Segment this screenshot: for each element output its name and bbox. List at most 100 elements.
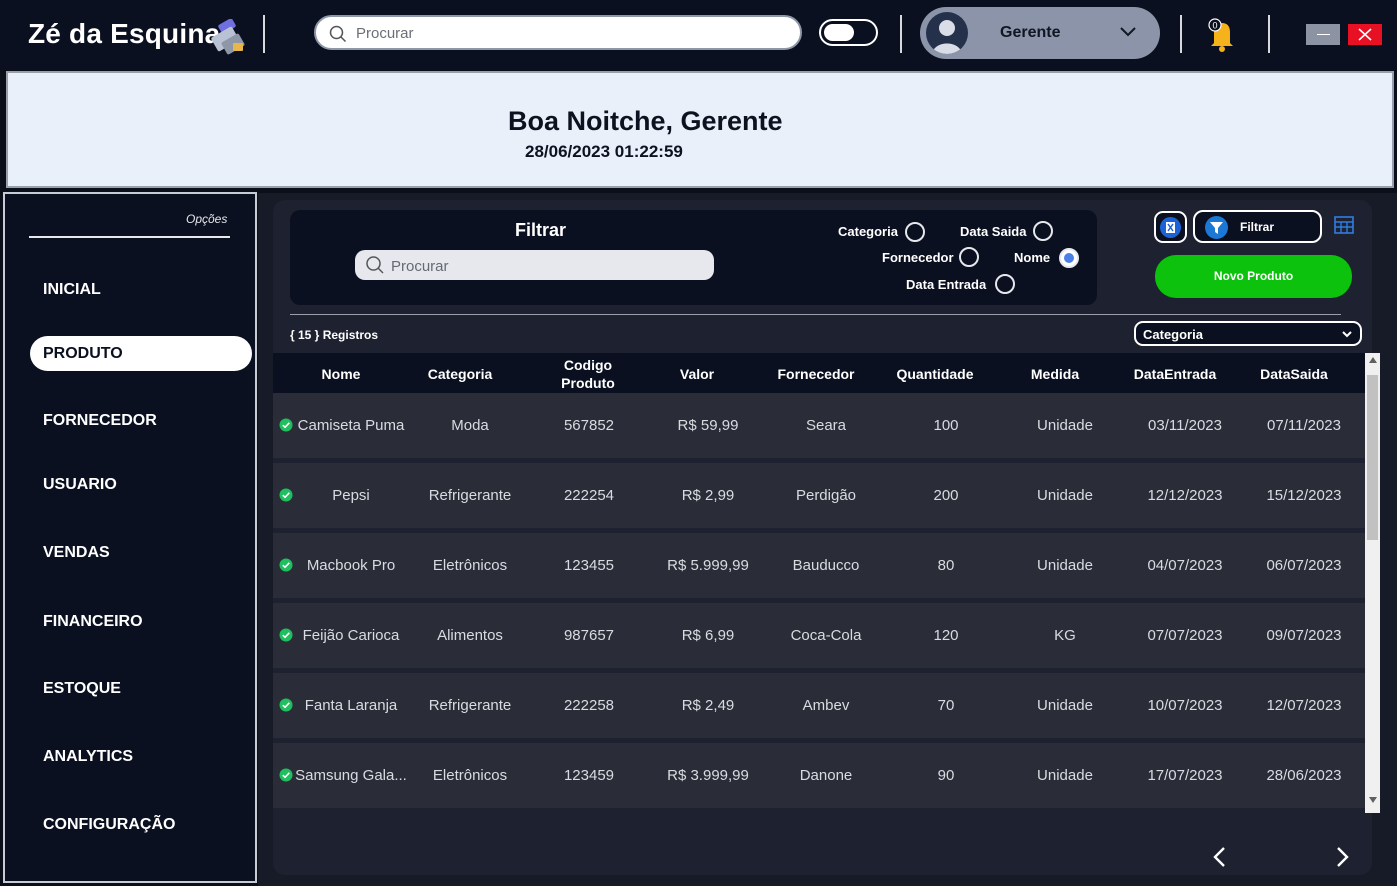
- chevron-down-icon: [1342, 331, 1352, 338]
- cell-quantidade: 200: [933, 487, 959, 504]
- column-header-data-entrada[interactable]: DataEntrada: [1125, 365, 1225, 383]
- close-button[interactable]: [1348, 24, 1382, 45]
- column-header-medida[interactable]: Medida: [1005, 365, 1105, 383]
- search-icon: [329, 25, 347, 43]
- sidebar-item-fornecedor[interactable]: FORNECEDOR: [43, 412, 157, 430]
- cell-valor: R$ 3.999,99: [667, 767, 749, 784]
- close-icon: [1358, 28, 1372, 41]
- radio-categoria[interactable]: [905, 222, 925, 242]
- radio-data-saida[interactable]: [1033, 221, 1053, 241]
- sidebar-item-produto[interactable]: PRODUTO: [30, 336, 252, 371]
- filter-search-input[interactable]: [391, 257, 701, 275]
- new-product-button[interactable]: Novo Produto: [1155, 255, 1352, 298]
- notification-bell-icon[interactable]: 0: [1204, 15, 1240, 53]
- user-menu[interactable]: Gerente: [920, 7, 1160, 59]
- cell-data-entrada: 04/07/2023: [1147, 557, 1223, 574]
- radio-nome[interactable]: [1059, 248, 1079, 268]
- chevron-down-icon: [1120, 27, 1136, 37]
- filter-search-box[interactable]: [355, 250, 714, 280]
- cell-quantidade: 100: [933, 417, 959, 434]
- cell-medida: Unidade: [1037, 487, 1093, 504]
- table-row[interactable]: Fanta Laranja Refrigerante 222258 R$ 2,4…: [273, 673, 1365, 738]
- cell-fornecedor: Danone: [799, 767, 853, 784]
- chevron-left-icon[interactable]: [1212, 846, 1228, 868]
- sidebar-item-inicial[interactable]: INICIAL: [43, 281, 101, 299]
- scroll-up-arrow-icon[interactable]: [1369, 357, 1377, 363]
- cell-fornecedor: Coca-Cola: [790, 627, 862, 644]
- cell-valor: R$ 6,99: [681, 627, 735, 644]
- cell-medida: Unidade: [1037, 557, 1093, 574]
- sidebar-item-financeiro[interactable]: FINANCEIRO: [43, 613, 143, 631]
- cell-categoria: Alimentos: [437, 627, 503, 644]
- cell-fornecedor: Perdigão: [795, 487, 857, 504]
- sidebar-item-estoque[interactable]: ESTOQUE: [43, 680, 121, 698]
- sidebar-item-configuracao[interactable]: CONFIGURAÇÃO: [43, 816, 175, 834]
- cell-codigo: 222254: [563, 487, 615, 504]
- table-row[interactable]: Feijão Carioca Alimentos 987657 R$ 6,99 …: [273, 603, 1365, 668]
- avatar: [926, 12, 968, 54]
- filter-button-label: Filtrar: [1240, 220, 1275, 234]
- cell-quantidade: 120: [933, 627, 959, 644]
- column-header-valor[interactable]: Valor: [647, 365, 747, 383]
- cell-medida: Unidade: [1037, 417, 1093, 434]
- records-count: { 15 } Registros: [290, 328, 379, 342]
- column-header-codigo-produto[interactable]: Codigo Produto: [538, 356, 638, 392]
- cell-medida: KG: [1054, 627, 1076, 644]
- filter-box: Filtrar Categoria Data Saida Fornecedor …: [290, 210, 1097, 305]
- sidebar-item-analytics[interactable]: ANALYTICS: [43, 748, 133, 766]
- cell-fornecedor: Ambev: [802, 697, 850, 714]
- theme-toggle[interactable]: [819, 19, 878, 46]
- cell-codigo: 222258: [563, 697, 615, 714]
- cell-data-entrada: 03/11/2023: [1148, 417, 1222, 434]
- sidebar-item-usuario[interactable]: USUARIO: [43, 476, 117, 494]
- greeting-datetime: 28/06/2023 01:22:59: [525, 142, 683, 161]
- cell-codigo: 987657: [563, 627, 615, 644]
- sidebar-item-vendas[interactable]: VENDAS: [43, 544, 110, 562]
- filter-button[interactable]: Filtrar: [1193, 210, 1322, 243]
- cell-medida: Unidade: [1037, 767, 1093, 784]
- top-bar: Zé da Esquina Gerente 0: [0, 0, 1397, 70]
- cell-valor: R$ 2,49: [681, 697, 735, 714]
- sidebar-header: Opções: [186, 212, 228, 226]
- toggle-knob: [824, 24, 854, 41]
- cell-valor: R$ 2,99: [681, 487, 735, 504]
- category-select-value: Categoria: [1143, 327, 1203, 342]
- column-header-nome[interactable]: Nome: [291, 365, 391, 383]
- table-view-icon[interactable]: [1334, 216, 1354, 234]
- export-excel-button[interactable]: [1154, 211, 1187, 243]
- chevron-right-icon[interactable]: [1334, 846, 1350, 868]
- table-row[interactable]: Camiseta Puma Moda 567852 R$ 59,99 Seara…: [273, 393, 1365, 458]
- column-header-fornecedor[interactable]: Fornecedor: [766, 365, 866, 383]
- cell-quantidade: 70: [937, 697, 955, 714]
- column-header-data-saida[interactable]: DataSaida: [1244, 365, 1344, 383]
- radio-label-nome: Nome: [1014, 250, 1051, 265]
- scroll-thumb[interactable]: [1367, 375, 1378, 540]
- sidebar-item-label: PRODUTO: [43, 345, 123, 362]
- funnel-icon: [1205, 216, 1228, 239]
- global-search-box[interactable]: [314, 15, 802, 50]
- cell-nome: Fanta Laranja: [304, 697, 398, 714]
- cell-nome: Macbook Pro: [306, 557, 396, 574]
- divider: [29, 236, 230, 238]
- table-row[interactable]: Macbook Pro Eletrônicos 123455 R$ 5.999,…: [273, 533, 1365, 598]
- table-row[interactable]: Samsung Gala... Eletrônicos 123459 R$ 3.…: [273, 743, 1365, 808]
- cell-data-saida: 15/12/2023: [1266, 487, 1342, 504]
- table-row[interactable]: Pepsi Refrigerante 222254 R$ 2,99 Perdig…: [273, 463, 1365, 528]
- column-header-categoria[interactable]: Categoria: [410, 365, 510, 383]
- main-content: Filtrar Categoria Data Saida Fornecedor …: [258, 193, 1397, 886]
- scroll-down-arrow-icon[interactable]: [1369, 797, 1377, 803]
- divider: [263, 15, 265, 53]
- radio-fornecedor[interactable]: [959, 247, 979, 267]
- cell-nome: Samsung Gala...: [295, 767, 407, 784]
- column-header-quantidade[interactable]: Quantidade: [885, 365, 985, 383]
- cell-categoria: Eletrônicos: [432, 767, 508, 784]
- cell-quantidade: 80: [937, 557, 955, 574]
- table-scrollbar[interactable]: [1365, 353, 1380, 813]
- global-search-input[interactable]: [356, 23, 776, 43]
- category-select[interactable]: Categoria: [1134, 321, 1362, 346]
- divider: [900, 15, 902, 53]
- cell-categoria: Moda: [451, 417, 489, 434]
- radio-data-entrada[interactable]: [995, 274, 1015, 294]
- cell-data-entrada: 17/07/2023: [1147, 767, 1223, 784]
- minimize-button[interactable]: [1306, 24, 1340, 45]
